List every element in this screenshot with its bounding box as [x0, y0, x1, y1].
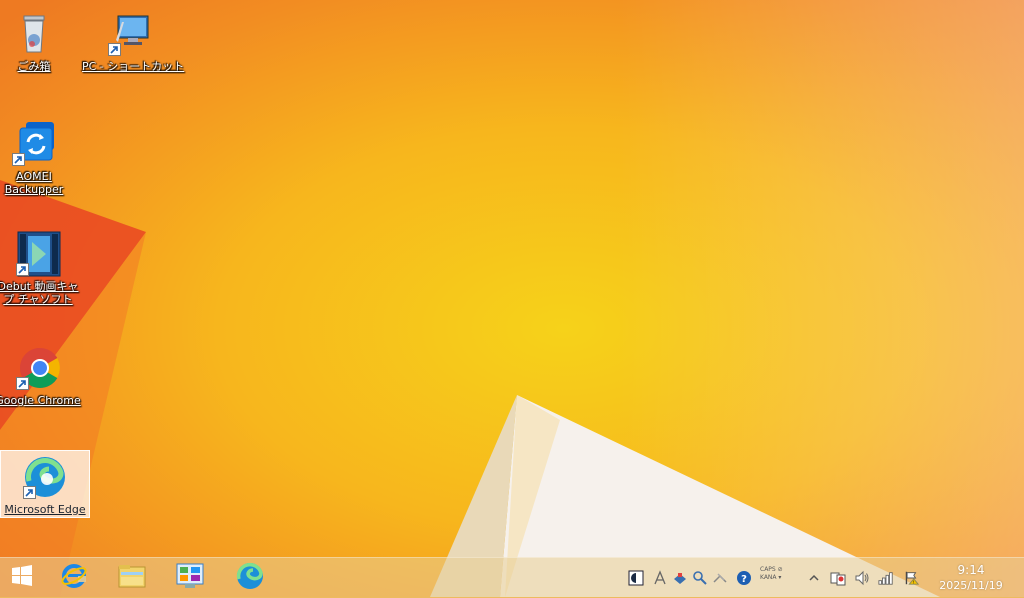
desktop-icon-aomei-backupper[interactable]: AOMEI Backupper	[0, 120, 82, 196]
ime-kana-status: KANA ▾	[760, 574, 782, 581]
tools-icon[interactable]	[672, 570, 688, 586]
ime-mode-icon[interactable]	[628, 570, 644, 586]
file-explorer-icon	[117, 563, 147, 593]
svg-text:!: !	[913, 580, 915, 586]
shortcut-arrow-icon	[12, 153, 25, 166]
control-panel-icon	[175, 562, 205, 594]
ime-pad-icon[interactable]	[712, 570, 728, 586]
taskbar: ? CAPS ⊘ KANA ▾ ! 9:14 2025/11/19	[0, 557, 1024, 598]
shortcut-arrow-icon	[23, 486, 36, 499]
show-hidden-icons-chevron[interactable]	[806, 570, 822, 586]
desktop-icon-label: Debut 動画キャプ チャソフト	[0, 280, 79, 306]
taskbar-microsoft-edge[interactable]	[222, 558, 278, 598]
pc-shortcut-icon	[106, 10, 154, 58]
desktop-icon-pc-shortcut[interactable]: PC - ショートカット	[82, 10, 185, 73]
action-center-flag-icon[interactable]: !	[904, 570, 920, 586]
desktop-icon-label: AOMEI Backupper	[4, 170, 64, 196]
ime-caps-status: CAPS ⊘	[760, 566, 783, 573]
ime-status-indicator[interactable]: CAPS ⊘ KANA ▾	[760, 566, 804, 592]
aomei-backupper-icon	[10, 120, 58, 168]
debut-video-capture-icon	[14, 230, 62, 278]
start-button[interactable]	[0, 558, 44, 598]
help-icon[interactable]: ?	[736, 570, 752, 586]
start-windows-icon	[11, 565, 33, 591]
desktop-icon-label: Microsoft Edge	[4, 503, 86, 516]
recycle-bin-icon	[10, 10, 58, 58]
desktop-icon-label: PC - ショートカット	[82, 60, 185, 73]
shortcut-arrow-icon	[16, 377, 29, 390]
speaker-icon[interactable]	[854, 570, 870, 586]
clock-date: 2025/11/19	[939, 579, 1003, 592]
wifi-signal-icon[interactable]	[878, 570, 894, 586]
desktop-icon-label: Google Chrome	[0, 394, 81, 407]
desktop-icon-label: ごみ箱	[17, 60, 51, 73]
network-adapter-icon[interactable]	[830, 570, 846, 586]
taskbar-file-explorer[interactable]	[104, 558, 160, 598]
system-clock[interactable]: 9:14 2025/11/19	[928, 562, 1014, 593]
dictionary-search-icon[interactable]	[692, 570, 708, 586]
desktop-icon-recycle-bin[interactable]: ごみ箱	[0, 10, 82, 73]
shortcut-arrow-icon	[16, 263, 29, 276]
desktop-icon-google-chrome[interactable]: Google Chrome	[0, 344, 86, 407]
desktop-icon-microsoft-edge[interactable]: Microsoft Edge	[0, 450, 90, 518]
desktop-icon-debut-video-capture[interactable]: Debut 動画キャプ チャソフト	[0, 230, 86, 306]
shortcut-arrow-icon	[108, 43, 121, 56]
edge-icon	[21, 453, 69, 501]
language-bar-a-icon[interactable]	[652, 570, 668, 586]
desktop-wallpaper	[0, 0, 1024, 597]
chrome-icon	[14, 344, 62, 392]
svg-text:?: ?	[741, 574, 747, 585]
edge-icon	[235, 561, 265, 595]
internet-explorer-icon	[60, 562, 88, 594]
clock-time: 9:14	[957, 563, 985, 577]
taskbar-internet-explorer[interactable]	[46, 558, 102, 598]
taskbar-control-panel[interactable]	[162, 558, 218, 598]
